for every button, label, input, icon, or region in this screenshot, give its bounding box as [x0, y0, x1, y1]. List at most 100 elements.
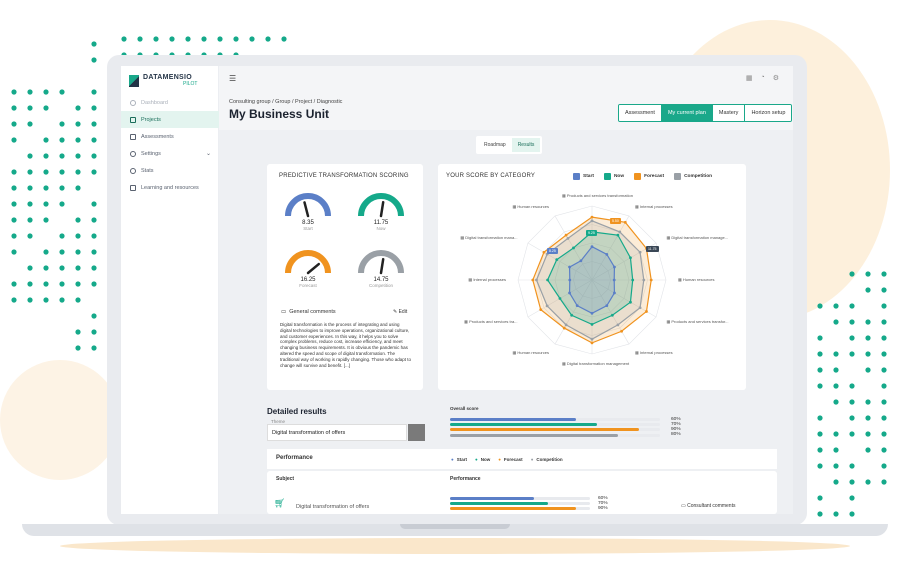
bg-dot [75, 137, 81, 143]
topbar: ☰ ▦ ◔ ⚙ [219, 66, 793, 92]
page-title: My Business Unit [229, 107, 330, 121]
row-subject[interactable]: Digital transformation of offers [296, 504, 369, 510]
bg-dot [849, 335, 855, 341]
bg-dot [75, 185, 81, 191]
bg-dot [11, 185, 17, 191]
gauge-now: 11.75 Now [354, 220, 408, 231]
legend-label: Start [583, 174, 594, 179]
bg-dot [91, 313, 97, 319]
bg-dot [75, 169, 81, 175]
theme-select[interactable]: Digital transformation of offers [267, 424, 407, 441]
bg-dot [43, 89, 49, 95]
bg-dot [91, 345, 97, 351]
legend-swatch [603, 173, 611, 180]
tab-horizon-setup[interactable]: Horizon setup [745, 105, 792, 121]
sidebar-item-stats[interactable]: Stats [121, 162, 219, 179]
bg-dot [865, 399, 871, 405]
bg-dot [849, 383, 855, 389]
sidebar-nav: Dashboard Projects Assessments Settings … [121, 94, 219, 196]
radar-point [558, 297, 562, 300]
bg-dot [865, 319, 871, 325]
sidebar-item-settings[interactable]: Settings ⌄ [121, 145, 219, 162]
radar-axis-label: ▦ Internal processes [635, 204, 673, 210]
settings-icon[interactable]: ⚙ [773, 74, 779, 82]
bg-dot [185, 36, 191, 42]
bg-dot [249, 36, 255, 42]
tab-current-plan[interactable]: My current plan [661, 105, 713, 121]
bg-dot [43, 169, 49, 175]
radar-chart [517, 205, 667, 355]
sidebar-item-assessments[interactable]: Assessments [121, 128, 219, 145]
bg-dot [91, 121, 97, 127]
legend-now: Now [603, 173, 624, 180]
bg-dot [59, 233, 65, 239]
legend-forecast: Forecast [634, 173, 664, 180]
tab-assessment[interactable]: Assessment [619, 105, 662, 121]
bg-dot [233, 36, 239, 42]
bg-dot [833, 463, 839, 469]
sidebar-item-dashboard[interactable]: Dashboard [121, 94, 219, 111]
bg-dot [75, 265, 81, 271]
bg-dot [75, 153, 81, 159]
sidebar-item-learning[interactable]: Learning and resources [121, 179, 219, 196]
bg-dot [43, 217, 49, 223]
bg-dot [59, 297, 65, 303]
sidebar: DATAMENSIO PILOT Dashboard Projects Asse… [121, 66, 219, 514]
bg-dot [833, 431, 839, 437]
menu-icon[interactable]: ☰ [229, 74, 236, 83]
bg-dot [75, 249, 81, 255]
bg-dot [881, 383, 887, 389]
gauge-arc [285, 250, 331, 274]
bg-dot [75, 217, 81, 223]
radar-legend: Start Now Forecast Competition [573, 173, 712, 180]
bg-dot [881, 463, 887, 469]
radar-point [568, 265, 571, 269]
bg-dot [881, 415, 887, 421]
bg-dot [849, 495, 855, 501]
bg-dot [75, 345, 81, 351]
tab-results[interactable]: Results [511, 138, 541, 152]
consultant-comments[interactable]: ▭ Consultant comments [681, 503, 735, 509]
bg-dot [849, 303, 855, 309]
bell-icon[interactable]: ◔ [760, 74, 764, 82]
grid-icon[interactable]: ▦ [746, 74, 753, 82]
bg-dot [59, 169, 65, 175]
bg-dot [27, 217, 33, 223]
bg-dot [865, 351, 871, 357]
sub-tabs: Roadmap Results [476, 136, 543, 154]
bg-dot [817, 303, 823, 309]
bg-dot [865, 479, 871, 485]
radar-point [570, 313, 574, 317]
bg-dot [865, 447, 871, 453]
tab-mastery[interactable]: Mastery [712, 105, 746, 121]
overall-bar-competition [450, 433, 618, 437]
bg-dot [881, 319, 887, 325]
radar-value-tag: 8.25 [547, 248, 558, 254]
bg-dot [91, 249, 97, 255]
gauge-forecast: 16.25 Forecast [281, 277, 335, 288]
sidebar-item-label: Learning and resources [141, 184, 199, 191]
radar-point [545, 304, 549, 308]
bg-dot [11, 89, 17, 95]
radar-point [623, 220, 627, 224]
gauge-label: Start [303, 226, 313, 231]
bg-dot [11, 121, 17, 127]
theme-dropdown-button[interactable] [408, 424, 425, 441]
brand-sub: PILOT [183, 81, 198, 87]
top-tabs: Assessment My current plan Mastery Horiz… [618, 104, 793, 122]
bg-dot [59, 121, 65, 127]
tab-roadmap[interactable]: Roadmap [478, 138, 512, 152]
edit-button[interactable]: ✎ Edit [393, 309, 407, 315]
sidebar-item-projects[interactable]: Projects [121, 111, 219, 128]
bg-dot [817, 415, 823, 421]
bg-dot [43, 265, 49, 271]
radar-axis-label: ▦ Human resources [512, 204, 549, 210]
consultant-comments-label: Consultant comments [687, 503, 736, 509]
breadcrumb: Consulting group / Group / Project / Dia… [229, 99, 343, 105]
bg-dot [849, 415, 855, 421]
bg-dot [75, 233, 81, 239]
bg-dot [59, 265, 65, 271]
legend-start: Start [573, 173, 594, 180]
bg-dot [91, 217, 97, 223]
brand-logo[interactable]: DATAMENSIO PILOT [129, 74, 197, 87]
